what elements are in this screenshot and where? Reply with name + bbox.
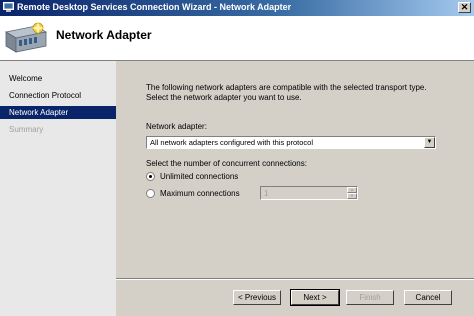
button-divider: [116, 278, 474, 280]
adapter-label: Network adapter:: [146, 122, 207, 131]
close-icon: ✕: [460, 2, 469, 12]
previous-button[interactable]: < Previous: [233, 290, 281, 305]
close-button[interactable]: ✕: [458, 2, 471, 13]
unlimited-label[interactable]: Unlimited connections: [160, 172, 238, 181]
window-title: Remote Desktop Services Connection Wizar…: [17, 2, 292, 12]
stepper-down-icon[interactable]: ▼: [347, 193, 357, 199]
main-panel: The following network adapters are compa…: [116, 61, 474, 316]
connections-label: Select the number of concurrent connecti…: [146, 159, 307, 168]
description-text: The following network adapters are compa…: [146, 83, 427, 102]
page-title: Network Adapter: [56, 28, 152, 42]
nav-item-welcome[interactable]: Welcome: [0, 72, 116, 85]
server-icon: [4, 22, 48, 53]
dropdown-value: All network adapters configured with thi…: [150, 138, 314, 147]
cancel-button[interactable]: Cancel: [404, 290, 452, 305]
network-adapter-dropdown[interactable]: All network adapters configured with thi…: [146, 136, 436, 149]
finish-button: Finish: [346, 290, 394, 305]
maximum-connections-stepper[interactable]: 1 ▲ ▼: [260, 186, 358, 200]
nav-item-connection-protocol[interactable]: Connection Protocol: [0, 89, 116, 102]
stepper-value: 1: [264, 189, 269, 198]
unlimited-radio[interactable]: [146, 172, 155, 181]
wizard-window: Remote Desktop Services Connection Wizar…: [0, 0, 474, 316]
remote-desktop-icon: [3, 2, 14, 12]
chevron-down-icon[interactable]: ▼: [424, 137, 435, 148]
maximum-label[interactable]: Maximum connections: [160, 189, 240, 198]
title-bar[interactable]: Remote Desktop Services Connection Wizar…: [0, 0, 474, 16]
wizard-header: Network Adapter: [0, 16, 474, 61]
nav-item-network-adapter[interactable]: Network Adapter: [0, 106, 116, 119]
nav-item-summary: Summary: [9, 125, 44, 134]
next-button[interactable]: Next >: [290, 289, 340, 306]
wizard-steps-nav: Welcome Connection Protocol Network Adap…: [0, 61, 116, 316]
maximum-radio[interactable]: [146, 189, 155, 198]
